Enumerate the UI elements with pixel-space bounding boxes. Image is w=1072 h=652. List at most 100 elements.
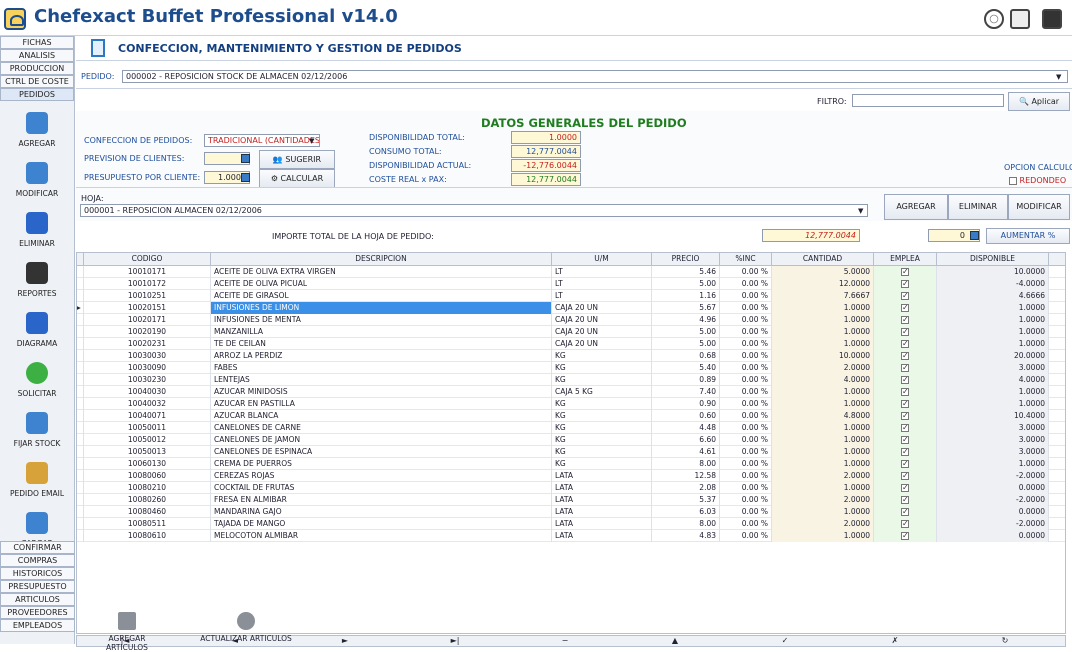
confeccion-select[interactable]: TRADICIONAL (CANTIDADES) bbox=[204, 134, 320, 147]
nav-last-button[interactable]: ►| bbox=[435, 636, 475, 646]
table-row[interactable]: 10020190 MANZANILLA CAJA 20 UN 5.00 0.00 % 1.… bbox=[77, 326, 1065, 338]
table-row[interactable]: 10010251 ACEITE DE GIRASOL LT 1.16 0.00 % 7.6… bbox=[77, 290, 1065, 302]
checkbox-icon[interactable] bbox=[901, 386, 909, 397]
hoja-select[interactable]: 000001 - REPOSICION ALMACEN 02/12/2006 bbox=[80, 204, 868, 217]
nav-articulos[interactable]: ARTICULOS bbox=[0, 593, 75, 606]
actualizar-articulos-button[interactable]: ACTUALIZAR ARTICULOS bbox=[194, 612, 298, 643]
table-row[interactable]: 10050013 CANELONES DE ESPINACA KG 4.61 0.00 … bbox=[77, 446, 1065, 458]
col-header-precio[interactable]: PRECIO bbox=[652, 253, 720, 266]
checkbox-icon[interactable] bbox=[901, 530, 909, 541]
checkbox-icon[interactable] bbox=[901, 506, 909, 517]
nav-delete-button[interactable]: − bbox=[545, 636, 585, 646]
modificar-hoja-button[interactable]: MODIFICAR bbox=[1008, 194, 1070, 220]
emplea-checkbox[interactable] bbox=[874, 518, 937, 530]
emplea-checkbox[interactable] bbox=[874, 458, 937, 470]
table-row[interactable]: 10080060 CEREZAS ROJAS LATA 12.58 0.00 % 2.00… bbox=[77, 470, 1065, 482]
checkbox-icon[interactable] bbox=[901, 326, 909, 337]
stepper-icon[interactable] bbox=[241, 154, 250, 163]
tool-diagrama[interactable]: DIAGRAMA bbox=[0, 307, 74, 357]
emplea-checkbox[interactable] bbox=[874, 530, 937, 542]
checkbox-icon[interactable] bbox=[901, 266, 909, 277]
redondeo-checkbox[interactable]: REDONDEO bbox=[1009, 176, 1066, 185]
nav-empleados[interactable]: EMPLEADOS bbox=[0, 619, 75, 632]
col-header-um[interactable]: U/M bbox=[552, 253, 652, 266]
table-row[interactable]: 10030090FABESKG5.400.00 %2.0000 3.0000 bbox=[77, 362, 1065, 374]
chevron-down-icon[interactable]: ▼ bbox=[858, 207, 863, 215]
checkbox-icon[interactable] bbox=[901, 482, 909, 493]
emplea-checkbox[interactable] bbox=[874, 482, 937, 494]
checkbox-icon[interactable] bbox=[901, 338, 909, 349]
checkbox-icon[interactable] bbox=[901, 518, 909, 529]
table-row[interactable]: 10080610 MELOCOTON ALMIBAR LATA 4.83 0.00 % 1… bbox=[77, 530, 1065, 542]
help-icon[interactable] bbox=[1010, 9, 1030, 29]
table-row[interactable]: 10060130 CREMA DE PUERROS KG 8.00 0.00 % 1.00… bbox=[77, 458, 1065, 470]
col-header-descripcion[interactable]: DESCRIPCION bbox=[211, 253, 552, 266]
emplea-checkbox[interactable] bbox=[874, 410, 937, 422]
nav-fichas[interactable]: FICHAS bbox=[0, 36, 74, 49]
table-row[interactable]: 10040071AZUCAR BLANCAKG0.600.00 %4.8000 1… bbox=[77, 410, 1065, 422]
table-row[interactable]: 10010172 ACEITE DE OLIVA PICUAL LT 5.00 0.00… bbox=[77, 278, 1065, 290]
pedido-select[interactable]: 000002 - REPOSICION STOCK DE ALMACEN 02/… bbox=[122, 70, 1068, 83]
chevron-down-icon[interactable]: ▼ bbox=[1056, 73, 1061, 81]
emplea-checkbox[interactable] bbox=[874, 290, 937, 302]
checkbox-icon[interactable] bbox=[901, 398, 909, 409]
checkbox-icon[interactable] bbox=[901, 446, 909, 457]
col-header-disponible[interactable]: DISPONIBLE bbox=[937, 253, 1049, 266]
checkbox-icon[interactable] bbox=[901, 422, 909, 433]
emplea-checkbox[interactable] bbox=[874, 302, 937, 314]
checkbox-icon[interactable] bbox=[901, 278, 909, 289]
nav-compras[interactable]: COMPRAS bbox=[0, 554, 75, 567]
checkbox-icon[interactable] bbox=[901, 434, 909, 445]
col-header-cantidad[interactable]: CANTIDAD bbox=[772, 253, 874, 266]
emplea-checkbox[interactable] bbox=[874, 422, 937, 434]
table-row[interactable]: 10030230LENTEJASKG0.890.00 %4.00004.0000 bbox=[77, 374, 1065, 386]
emplea-checkbox[interactable] bbox=[874, 398, 937, 410]
tool-reportes[interactable]: REPORTES bbox=[0, 257, 74, 307]
col-header-inc[interactable]: %INC bbox=[720, 253, 772, 266]
language-flag-icon[interactable] bbox=[984, 9, 1004, 29]
table-row[interactable]: ▸ 10020151 INFUSIONES DE LIMON CAJA 20 UN 5.… bbox=[77, 302, 1065, 314]
emplea-checkbox[interactable] bbox=[874, 326, 937, 338]
checkbox-icon[interactable] bbox=[1009, 176, 1017, 185]
agregar-articulos-button[interactable]: AGREGAR ARTICULOS bbox=[88, 612, 166, 652]
nav-refresh-button[interactable]: ↻ bbox=[985, 636, 1025, 646]
filter-input[interactable] bbox=[852, 94, 1004, 107]
nav-post-button[interactable]: ✓ bbox=[765, 636, 805, 646]
emplea-checkbox[interactable] bbox=[874, 266, 937, 278]
aumentar-button[interactable]: AUMENTAR % bbox=[986, 228, 1070, 244]
nav-analisis[interactable]: ANALISIS bbox=[0, 49, 74, 62]
table-row[interactable]: 10080460 MANDARINA GAJO LATA 6.03 0.00 % 1.00… bbox=[77, 506, 1065, 518]
checkbox-icon[interactable] bbox=[901, 494, 909, 505]
checkbox-icon[interactable] bbox=[901, 290, 909, 301]
table-row[interactable]: 10010171 ACEITE DE OLIVA EXTRA VIRGEN LT 5.… bbox=[77, 266, 1065, 278]
sugerir-button[interactable]: 👥 SUGERIR bbox=[259, 150, 335, 169]
checkbox-icon[interactable] bbox=[901, 302, 909, 313]
calcular-button[interactable]: ⚙ CALCULAR bbox=[259, 169, 335, 188]
checkbox-icon[interactable] bbox=[901, 362, 909, 373]
emplea-checkbox[interactable] bbox=[874, 350, 937, 362]
power-icon[interactable] bbox=[1042, 9, 1062, 29]
nav-proveedores[interactable]: PROVEEDORES bbox=[0, 606, 75, 619]
eliminar-hoja-button[interactable]: ELIMINAR bbox=[948, 194, 1008, 220]
nav-historicos[interactable]: HISTORICOS bbox=[0, 567, 75, 580]
emplea-checkbox[interactable] bbox=[874, 314, 937, 326]
tool-agregar[interactable]: AGREGAR bbox=[0, 107, 74, 157]
checkbox-icon[interactable] bbox=[901, 374, 909, 385]
table-row[interactable]: 10020171 INFUSIONES DE MENTA CAJA 20 UN 4.9… bbox=[77, 314, 1065, 326]
col-header-emplea[interactable]: EMPLEA bbox=[874, 253, 937, 266]
table-row[interactable]: 10040032 AZUCAR EN PASTILLA KG 0.90 0.00 % 1.… bbox=[77, 398, 1065, 410]
nav-ctrl-de-coste[interactable]: CTRL DE COSTE bbox=[0, 75, 74, 88]
stepper-icon[interactable] bbox=[970, 231, 979, 240]
apply-filter-button[interactable]: 🔍 Aplicar bbox=[1008, 92, 1070, 111]
table-row[interactable]: 10050011 CANELONES DE CARNE KG 4.48 0.00 % 1.… bbox=[77, 422, 1065, 434]
nav-cancel-button[interactable]: ✗ bbox=[875, 636, 915, 646]
stepper-icon[interactable] bbox=[241, 173, 250, 182]
emplea-checkbox[interactable] bbox=[874, 446, 937, 458]
col-header-codigo[interactable]: CODIGO bbox=[84, 253, 211, 266]
emplea-checkbox[interactable] bbox=[874, 434, 937, 446]
table-row[interactable]: 10080511 TAJADA DE MANGO LATA 8.00 0.00 % 2.0… bbox=[77, 518, 1065, 530]
nav-insert-button[interactable]: ▲ bbox=[655, 636, 695, 646]
emplea-checkbox[interactable] bbox=[874, 278, 937, 290]
checkbox-icon[interactable] bbox=[901, 458, 909, 469]
table-row[interactable]: 10040030 AZUCAR MINIDOSIS CAJA 5 KG 7.40 0.0… bbox=[77, 386, 1065, 398]
